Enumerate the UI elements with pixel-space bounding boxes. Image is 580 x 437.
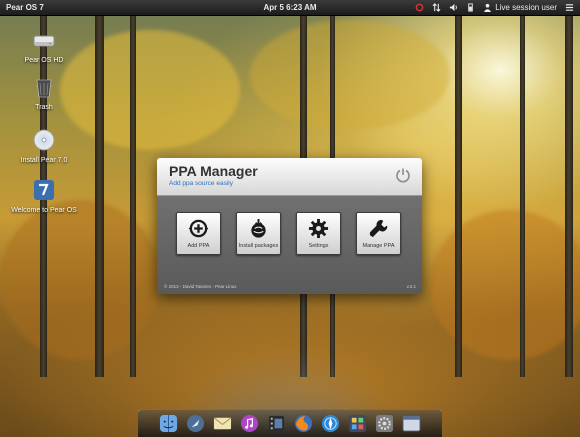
dock-item-app-center[interactable]: [347, 413, 368, 434]
drive-icon: [33, 35, 55, 47]
film-icon: [268, 415, 285, 432]
dock-item-finder[interactable]: [158, 413, 179, 434]
clock[interactable]: Apr 5 6:23 AM: [263, 3, 316, 12]
add-icon: [188, 219, 209, 238]
window-icon: [402, 415, 421, 432]
dock: [138, 409, 442, 437]
trash-icon: [36, 79, 52, 98]
desktop-icon-install[interactable]: Install Pear 7.0: [9, 128, 79, 164]
dock-item-music[interactable]: [239, 413, 260, 434]
window-subtitle: Add ppa source easily: [169, 180, 233, 187]
window-title: PPA Manager: [169, 163, 258, 179]
gear-icon: [308, 218, 329, 239]
top-panel: Pear OS 7 Apr 5 6:23 AM Live session use…: [0, 0, 580, 16]
battery-icon[interactable]: [466, 3, 475, 12]
ppa-manager-window: PPA Manager Add ppa source easily Add PP…: [157, 158, 422, 294]
version-text: v.2.1: [406, 284, 416, 289]
copyright-text: © 2013 - David Tavares - Pear Linux: [164, 284, 237, 289]
volume-icon[interactable]: [449, 3, 458, 12]
desktop-icon-label: Welcome to Pear OS: [11, 207, 77, 214]
ppa-body: Add PPA Install packages Settings Manage…: [157, 196, 422, 294]
welcome-icon: [34, 180, 54, 200]
firefox-icon: [294, 414, 313, 433]
install-icon: [251, 218, 266, 238]
settings-icon: [375, 414, 394, 433]
user-icon: [484, 3, 492, 12]
dock-item-mail[interactable]: [212, 413, 233, 434]
power-icon[interactable]: [395, 167, 411, 183]
desktop-icon-label: Pear OS HD: [24, 57, 64, 64]
button-label: Install packages: [238, 243, 279, 249]
finder-icon: [159, 414, 178, 433]
settings-button[interactable]: Settings: [296, 212, 341, 255]
user-menu[interactable]: Live session user: [483, 3, 557, 12]
desktop-icon-label: Trash: [35, 104, 53, 111]
launchpad-icon: [186, 414, 205, 433]
wrench-icon: [369, 219, 388, 238]
menu-icon[interactable]: [565, 3, 574, 12]
network-icon[interactable]: [432, 3, 441, 12]
dock-item-settings[interactable]: [374, 413, 395, 434]
os-menu[interactable]: Pear OS 7: [6, 3, 44, 12]
dock-item-browser[interactable]: [320, 413, 341, 434]
button-label: Add PPA: [187, 243, 210, 249]
music-icon: [240, 414, 259, 433]
dock-item-window[interactable]: [401, 413, 422, 434]
dock-item-firefox[interactable]: [293, 413, 314, 434]
app-center-icon: [348, 414, 367, 433]
button-label: Manage PPA: [362, 243, 395, 249]
dock-item-launchpad[interactable]: [185, 413, 206, 434]
desktop-icon-welcome[interactable]: Welcome to Pear OS: [9, 178, 79, 214]
add-ppa-button[interactable]: Add PPA: [176, 212, 221, 255]
cd-icon: [33, 129, 55, 151]
ppa-footer: © 2013 - David Tavares - Pear Linux v.2.…: [164, 284, 416, 289]
button-label: Settings: [308, 243, 329, 249]
action-buttons: Add PPA Install packages Settings Manage…: [176, 212, 401, 255]
system-tray: Live session user: [415, 3, 574, 12]
power-status-icon[interactable]: [415, 3, 424, 12]
install-packages-button[interactable]: Install packages: [236, 212, 281, 255]
desktop-icon-hd[interactable]: Pear OS HD: [9, 28, 79, 64]
desktop-icon-trash[interactable]: Trash: [9, 75, 79, 111]
web-browser-icon: [321, 414, 340, 433]
desktop-icon-label: Install Pear 7.0: [20, 157, 68, 164]
manage-ppa-button[interactable]: Manage PPA: [356, 212, 401, 255]
user-name: Live session user: [495, 3, 557, 12]
mail-icon: [213, 417, 232, 430]
dock-item-video[interactable]: [266, 413, 287, 434]
ppa-header: PPA Manager Add ppa source easily: [157, 158, 422, 196]
